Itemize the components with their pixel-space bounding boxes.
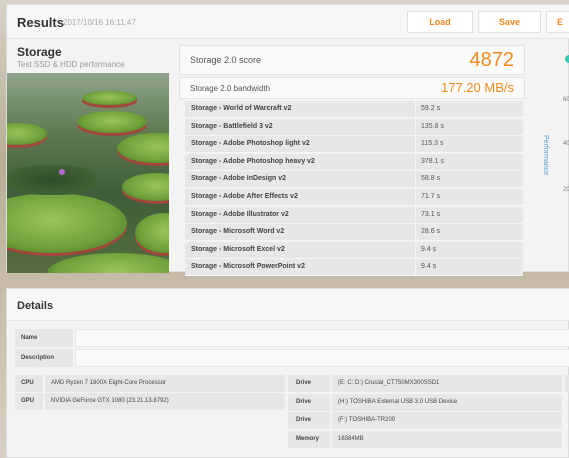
- axis-tick: 40: [563, 141, 569, 147]
- test-name: Storage - Adobe Illustrator v2: [191, 210, 289, 218]
- test-name: Storage - Battlefield 3 v2: [191, 122, 273, 130]
- results-title: Results: [17, 15, 64, 30]
- name-field[interactable]: [75, 329, 569, 347]
- name-label: Name: [15, 329, 73, 347]
- test-name: Storage - Adobe Photoshop heavy v2: [191, 157, 315, 165]
- results-header: Results 2017/10/16 16:11:47 Load Save E: [7, 5, 569, 39]
- test-row: Storage - Microsoft Excel v2 9.4 s: [185, 241, 523, 259]
- test-row: Storage - Adobe Illustrator v2 73.1 s: [185, 206, 523, 224]
- test-row: Storage - Adobe Photoshop heavy v2 378.1 …: [185, 153, 523, 171]
- cpu-value: AMD Ryzen 7 1800X Eight-Core Processor: [45, 375, 285, 392]
- description-field[interactable]: [75, 349, 569, 367]
- drive-label: Drive: [288, 412, 330, 429]
- memory-label: Memory: [288, 430, 330, 448]
- gpu-value: NVIDIA GeForce GTX 1080 (23.21.13.8792): [45, 393, 285, 410]
- storage-label: Storage: [17, 45, 62, 59]
- storage-test-image: [7, 73, 169, 273]
- bandwidth-label: Storage 2.0 bandwidth: [190, 84, 271, 93]
- details-panel: Details Name Description CPU AMD Ryzen 7…: [6, 288, 569, 458]
- test-name: Storage - Microsoft PowerPoint v2: [191, 263, 305, 271]
- memory-value: 16384MB: [332, 430, 562, 448]
- test-name: Storage - Adobe After Effects v2: [191, 193, 298, 200]
- score-label: Storage 2.0 score: [190, 55, 262, 65]
- test-row: Storage - Microsoft PowerPoint v2 9.4 s: [185, 259, 523, 277]
- drive-value: (F:) TOSHIBA-TR200: [332, 412, 562, 429]
- test-name: Storage - Microsoft Excel v2: [191, 245, 285, 253]
- details-header: Details: [7, 289, 569, 321]
- test-row: Storage - Adobe InDesign v2 58.8 s: [185, 171, 523, 189]
- axis-title: Performance: [542, 135, 549, 176]
- details-title: Details: [17, 300, 54, 312]
- extra-button[interactable]: E: [546, 11, 569, 33]
- test-name: Storage - Adobe InDesign v2: [191, 175, 287, 183]
- test-value: 9.4 s: [421, 263, 437, 271]
- load-button[interactable]: Load: [407, 11, 473, 33]
- side-box: [565, 375, 569, 392]
- test-row: Storage - Adobe Photoshop light v2 115.3 …: [185, 136, 523, 154]
- results-date: 2017/10/16 16:11:47: [63, 18, 136, 27]
- drive-label: Drive: [288, 375, 330, 392]
- status-dot: [565, 55, 569, 63]
- test-name: Storage - World of Warcraft v2: [191, 105, 292, 112]
- test-row: Storage - World of Warcraft v2 59.2 s: [185, 101, 523, 118]
- drive-label: Drive: [288, 393, 330, 411]
- bandwidth-row: Storage 2.0 bandwidth 177.20 MB/s: [179, 77, 525, 99]
- axis-tick: 20: [563, 187, 569, 193]
- score-value: 4872: [469, 49, 515, 71]
- gpu-label: GPU: [15, 393, 43, 410]
- test-name: Storage - Microsoft Word v2: [191, 228, 285, 236]
- bandwidth-value: 177.20 MB/s: [441, 80, 514, 95]
- test-name: Storage - Adobe Photoshop light v2: [191, 140, 310, 148]
- drive-value: (E: C: D:) Crucial_CT750MX300SSD1: [332, 375, 562, 392]
- drive-value: (H:) TOSHIBA External USB 3.0 USB Device: [332, 393, 562, 411]
- score-row: Storage 2.0 score 4872: [179, 45, 525, 75]
- axis-tick: 60: [563, 97, 569, 103]
- test-row: Storage - Battlefield 3 v2 135.8 s: [185, 118, 523, 136]
- storage-subtitle: Test SSD & HDD performance: [17, 60, 125, 69]
- test-row: Storage - Adobe After Effects v2 71.7 s: [185, 189, 523, 206]
- cpu-label: CPU: [15, 375, 43, 392]
- test-row: Storage - Microsoft Word v2 28.6 s: [185, 224, 523, 242]
- save-button[interactable]: Save: [478, 11, 541, 33]
- description-label: Description: [15, 349, 73, 367]
- results-panel: Results 2017/10/16 16:11:47 Load Save E …: [6, 4, 569, 277]
